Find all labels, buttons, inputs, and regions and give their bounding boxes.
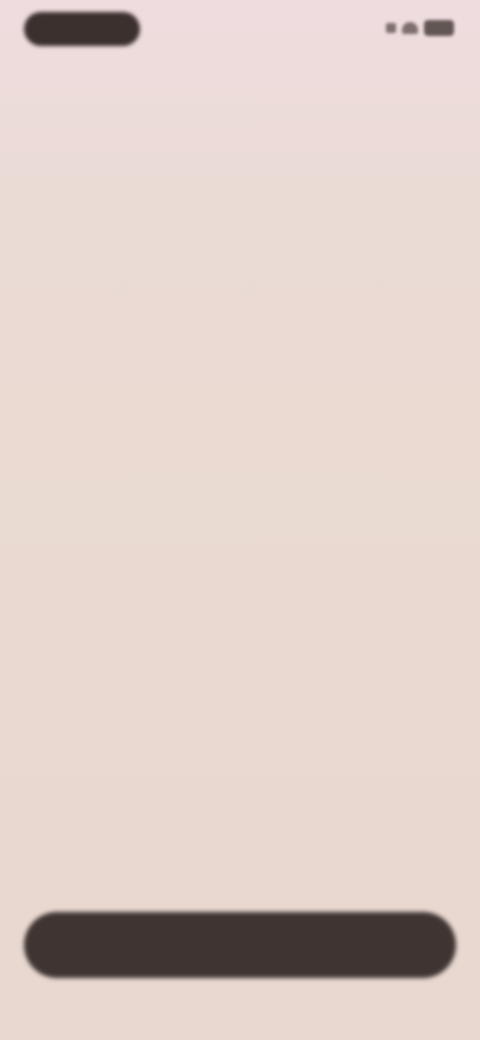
wifi-icon <box>402 22 418 34</box>
status-bar <box>0 0 480 60</box>
primary-action-button[interactable] <box>24 912 456 978</box>
status-icons <box>386 20 454 36</box>
signal-icon <box>386 23 396 33</box>
status-time-pill <box>24 12 140 46</box>
battery-icon <box>424 20 454 36</box>
